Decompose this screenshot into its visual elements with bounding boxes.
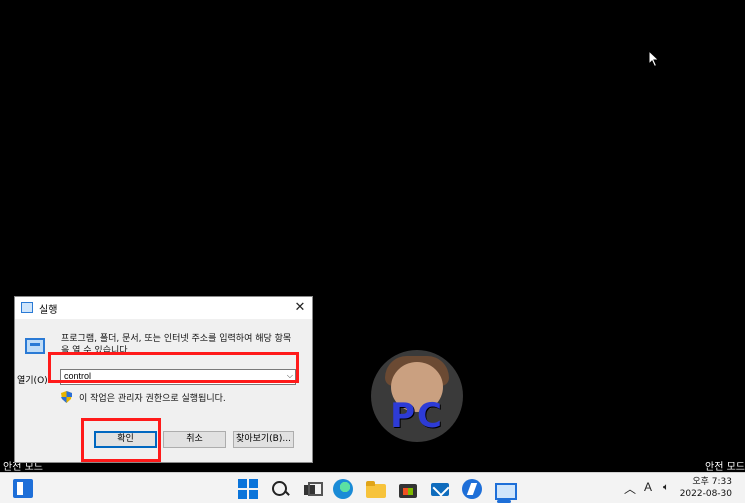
- cancel-button[interactable]: 취소: [163, 431, 226, 448]
- shield-icon: [61, 391, 72, 403]
- task-view-icon[interactable]: [302, 479, 323, 499]
- file-explorer-icon[interactable]: [366, 479, 386, 499]
- highlight-box-ok: [81, 418, 161, 462]
- browse-button[interactable]: 찾아보기(B)...: [233, 431, 294, 448]
- ime-indicator[interactable]: A: [644, 480, 652, 494]
- search-icon[interactable]: [270, 479, 290, 499]
- mouse-cursor-icon: [648, 50, 660, 68]
- widgets-icon[interactable]: [13, 479, 33, 498]
- volume-icon[interactable]: 🔈︎: [663, 482, 669, 493]
- chevron-up-icon[interactable]: ︿: [624, 480, 636, 497]
- clock[interactable]: 오후 7:33 2022-08-30: [680, 476, 732, 500]
- mail-icon[interactable]: [430, 479, 450, 499]
- close-icon[interactable]: ✕: [292, 299, 308, 316]
- dialog-title: 실행: [39, 305, 58, 316]
- app-icon[interactable]: [462, 479, 482, 499]
- clock-date: 2022-08-30: [679, 489, 732, 499]
- watermark-text: PC: [390, 396, 444, 436]
- run-program-icon: [25, 338, 45, 354]
- watermark-logo: PC: [371, 350, 463, 442]
- highlight-box-input: [48, 352, 299, 383]
- edge-icon[interactable]: [333, 479, 353, 499]
- run-icon: [21, 302, 33, 313]
- dialog-titlebar[interactable]: 실행 ✕: [15, 297, 312, 319]
- store-icon[interactable]: [398, 479, 418, 499]
- clock-time: 오후 7:33: [692, 477, 732, 487]
- start-icon[interactable]: [238, 479, 258, 499]
- admin-note: 이 작업은 관리자 권한으로 실행됩니다.: [79, 394, 226, 404]
- run-taskbar-icon[interactable]: [494, 479, 517, 500]
- taskbar: ︿ A 🔈︎ 오후 7:33 2022-08-30: [0, 472, 745, 503]
- open-label: 열기(O):: [17, 376, 51, 386]
- safe-mode-label-right: 안전 모드: [705, 462, 745, 473]
